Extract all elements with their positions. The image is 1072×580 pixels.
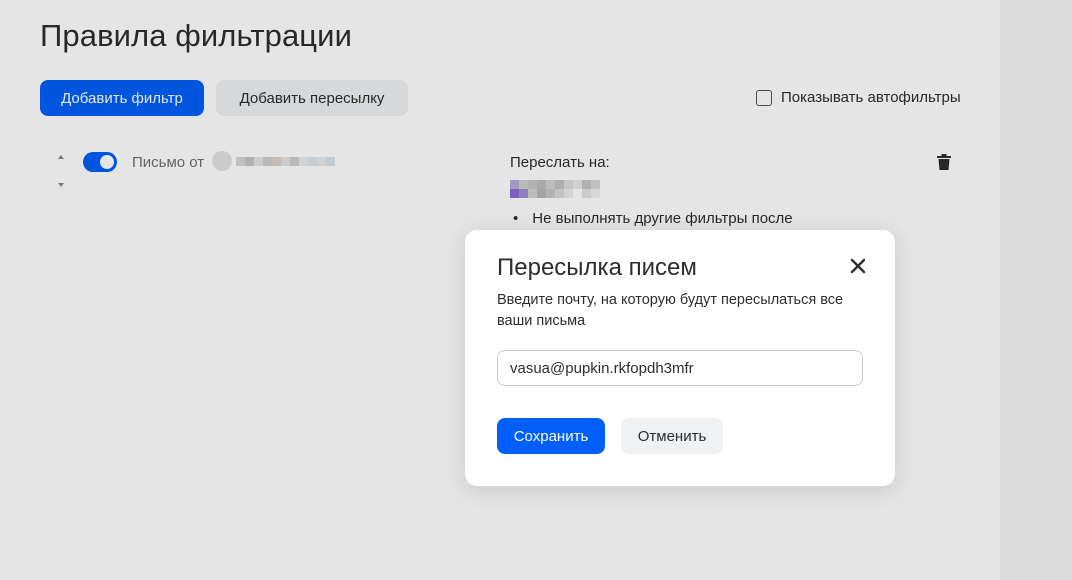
cancel-button[interactable]: Отменить	[621, 418, 723, 454]
dialog-title: Пересылка писем	[497, 254, 697, 281]
forwarding-dialog: Пересылка писем Введите почту, на котору…	[465, 230, 895, 486]
forward-email-input[interactable]	[497, 350, 863, 386]
dialog-description: Введите почту, на которую будут пересыла…	[497, 292, 844, 329]
close-icon[interactable]	[850, 258, 866, 274]
save-button[interactable]: Сохранить	[497, 418, 605, 454]
